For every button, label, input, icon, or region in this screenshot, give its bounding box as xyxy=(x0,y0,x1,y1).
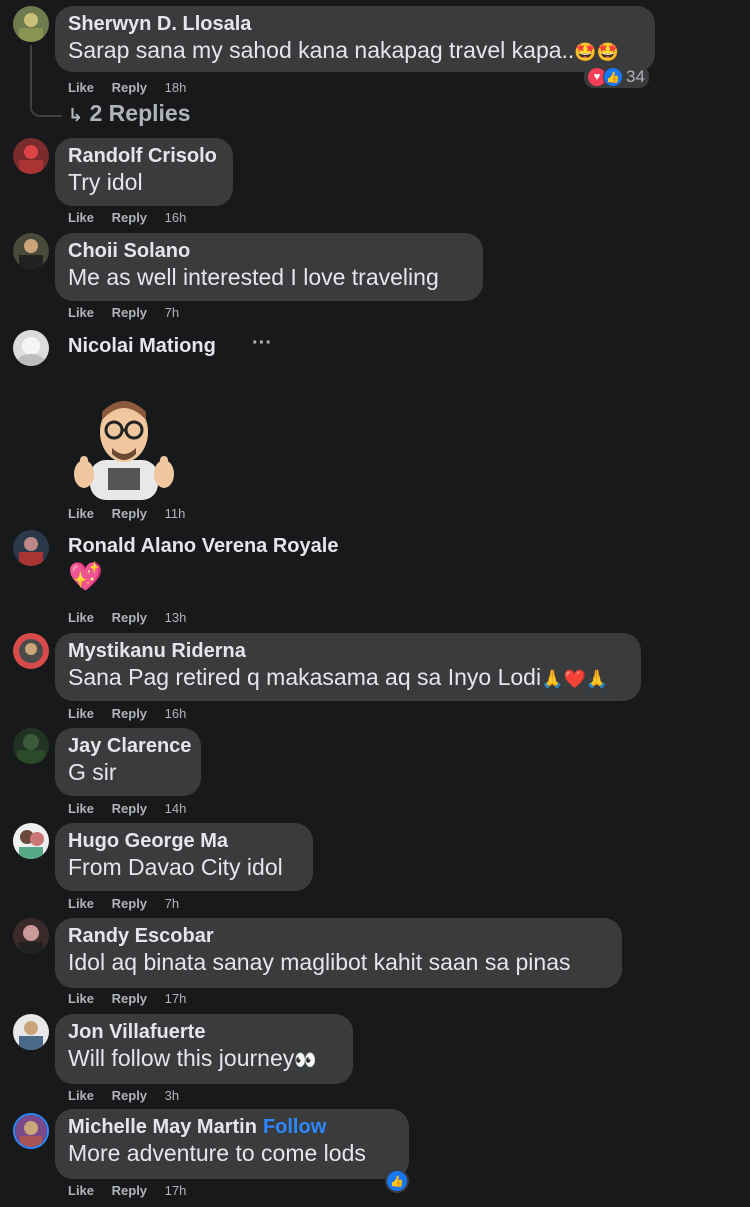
more-options-icon[interactable]: ··· xyxy=(252,332,272,355)
reply-arrow-icon: ↳ xyxy=(68,105,84,125)
timestamp[interactable]: 18h xyxy=(165,80,187,95)
comment-actions: Like Reply 7h xyxy=(68,896,193,911)
reply-button[interactable]: Reply xyxy=(112,80,147,95)
reply-button[interactable]: Reply xyxy=(112,706,147,721)
comment-actions: Like Reply 3h xyxy=(68,1088,193,1103)
comment-bubble: Jay Clarence G sir xyxy=(55,728,201,796)
avatar[interactable] xyxy=(13,1113,49,1149)
timestamp[interactable]: 16h xyxy=(165,210,187,225)
emoji: 🤩🤩 xyxy=(574,42,620,62)
avatar[interactable] xyxy=(13,918,49,954)
reply-button[interactable]: Reply xyxy=(112,1088,147,1103)
comment-actions: Like Reply 16h xyxy=(68,706,200,721)
like-button[interactable]: Like xyxy=(68,1088,94,1103)
like-button[interactable]: Like xyxy=(68,210,94,225)
view-replies-link[interactable]: ↳ 2 Replies xyxy=(68,100,190,127)
comment-author[interactable]: Mystikanu Riderna xyxy=(68,639,628,663)
reply-button[interactable]: Reply xyxy=(112,896,147,911)
timestamp[interactable]: 3h xyxy=(165,1088,179,1103)
follow-button[interactable]: Follow xyxy=(263,1116,326,1138)
comment-actions: Like Reply 17h xyxy=(68,991,200,1006)
like-reaction-icon: 👍 xyxy=(603,67,623,87)
emoji: 🙏❤️🙏 xyxy=(541,669,609,689)
avatar[interactable] xyxy=(13,728,49,764)
avatar[interactable] xyxy=(13,330,49,366)
reaction-summary[interactable]: ♥ 👍 34 xyxy=(584,66,649,88)
like-reaction-icon[interactable]: 👍 xyxy=(385,1169,409,1193)
comment-author[interactable]: Randolf Crisolo xyxy=(68,144,220,168)
like-button[interactable]: Like xyxy=(68,305,94,320)
comment-bubble: Mystikanu Riderna Sana Pag retired q mak… xyxy=(55,633,641,701)
comment-bubble: Choii Solano Me as well interested I lov… xyxy=(55,233,483,301)
reply-button[interactable]: Reply xyxy=(112,506,147,521)
comment-author[interactable]: Randy Escobar xyxy=(68,924,609,948)
comment-text: Sarap sana my sahod kana nakapag travel … xyxy=(68,37,620,63)
timestamp[interactable]: 16h xyxy=(165,706,187,721)
comment-actions: Like Reply 17h xyxy=(68,1183,200,1198)
like-button[interactable]: Like xyxy=(68,610,94,625)
comment-actions: Like Reply 18h xyxy=(68,80,200,95)
like-button[interactable]: Like xyxy=(68,991,94,1006)
reply-button[interactable]: Reply xyxy=(112,991,147,1006)
comment-text: More adventure to come lods xyxy=(68,1140,366,1166)
comment-text: Try idol xyxy=(68,169,143,195)
comment-actions: Like Reply 11h xyxy=(68,506,199,521)
comment-actions: Like Reply 13h xyxy=(68,610,200,625)
avatar[interactable] xyxy=(13,6,49,42)
comment-bubble: Nicolai Mationg xyxy=(55,330,255,360)
comment-bubble: Randy Escobar Idol aq binata sanay magli… xyxy=(55,918,622,988)
timestamp[interactable]: 7h xyxy=(165,305,179,320)
comment-author[interactable]: Choii Solano xyxy=(68,239,470,263)
like-button[interactable]: Like xyxy=(68,801,94,816)
comment-text: 💖 xyxy=(68,561,103,592)
like-button[interactable]: Like xyxy=(68,1183,94,1198)
timestamp[interactable]: 11h xyxy=(165,506,186,521)
comment-author[interactable]: Hugo George Ma xyxy=(68,829,300,853)
avatar[interactable] xyxy=(13,823,49,859)
comment-author[interactable]: Nicolai Mationg xyxy=(68,334,242,358)
reply-button[interactable]: Reply xyxy=(112,610,147,625)
reaction-count: 34 xyxy=(626,67,645,86)
avatar[interactable] xyxy=(13,530,49,566)
sticker-image xyxy=(72,390,176,500)
comment-bubble: Jon Villafuerte Will follow this journey… xyxy=(55,1014,353,1084)
comment-author[interactable]: Michelle May Martin Follow xyxy=(68,1115,396,1139)
comment-author[interactable]: Sherwyn D. Llosala xyxy=(68,12,642,36)
comment-bubble: Sherwyn D. Llosala Sarap sana my sahod k… xyxy=(55,6,655,72)
like-button[interactable]: Like xyxy=(68,506,94,521)
reply-button[interactable]: Reply xyxy=(112,1183,147,1198)
comment-text: Will follow this journey👀 xyxy=(68,1045,317,1071)
reply-button[interactable]: Reply xyxy=(112,305,147,320)
timestamp[interactable]: 7h xyxy=(165,896,179,911)
like-button[interactable]: Like xyxy=(68,80,94,95)
like-button[interactable]: Like xyxy=(68,896,94,911)
comment-actions: Like Reply 7h xyxy=(68,305,193,320)
timestamp[interactable]: 17h xyxy=(165,991,187,1006)
reply-button[interactable]: Reply xyxy=(112,210,147,225)
reply-button[interactable]: Reply xyxy=(112,801,147,816)
comment-bubble: Ronald Alano Verena Royale 💖 xyxy=(55,530,395,600)
comment-text: Me as well interested I love traveling xyxy=(68,264,439,290)
comment-text: G sir xyxy=(68,759,117,785)
avatar[interactable] xyxy=(13,233,49,269)
timestamp[interactable]: 13h xyxy=(165,610,187,625)
comment-actions: Like Reply 14h xyxy=(68,801,200,816)
avatar[interactable] xyxy=(13,633,49,669)
comment-text: From Davao City idol xyxy=(68,854,283,880)
timestamp[interactable]: 14h xyxy=(165,801,187,816)
comment-author[interactable]: Jay Clarence xyxy=(68,734,191,758)
comment-author[interactable]: Ronald Alano Verena Royale xyxy=(68,534,382,558)
comment-bubble: Randolf Crisolo Try idol xyxy=(55,138,233,206)
comment-text: Sana Pag retired q makasama aq sa Inyo L… xyxy=(68,664,609,690)
avatar[interactable] xyxy=(13,1014,49,1050)
emoji: 👀 xyxy=(294,1050,317,1070)
avatar[interactable] xyxy=(13,138,49,174)
comment-actions: Like Reply 16h xyxy=(68,210,200,225)
comment-author[interactable]: Jon Villafuerte xyxy=(68,1020,340,1044)
like-button[interactable]: Like xyxy=(68,706,94,721)
timestamp[interactable]: 17h xyxy=(165,1183,187,1198)
comment-bubble: Michelle May Martin Follow More adventure… xyxy=(55,1109,409,1179)
comment-bubble: Hugo George Ma From Davao City idol xyxy=(55,823,313,891)
comment-text: Idol aq binata sanay maglibot kahit saan… xyxy=(68,949,571,975)
